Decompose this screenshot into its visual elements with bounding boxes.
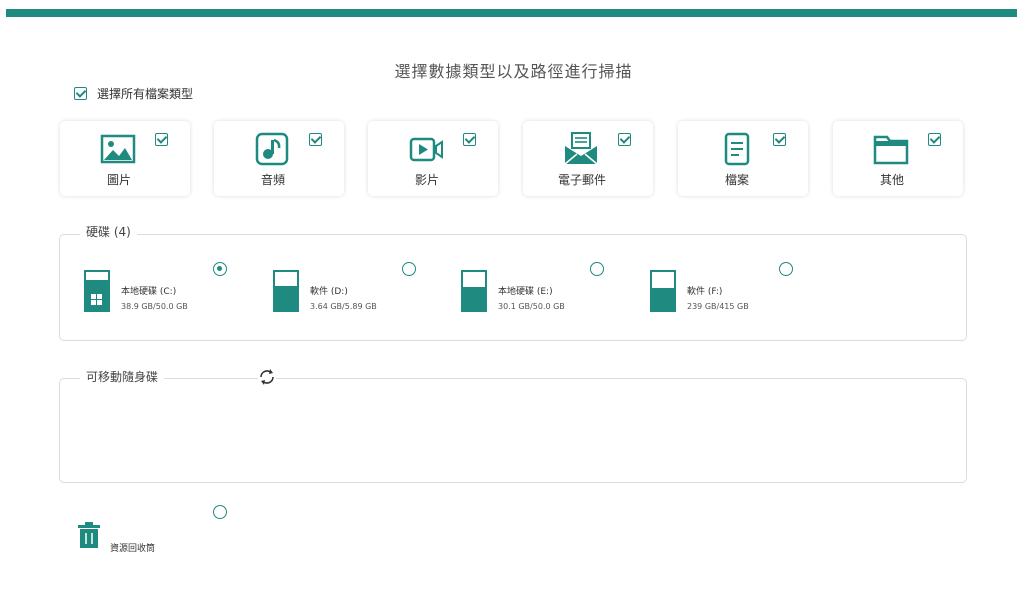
- drive-size: 239 GB/415 GB: [687, 302, 749, 311]
- select-all-checkbox[interactable]: [74, 87, 87, 100]
- drive-item-c[interactable]: 本地硬碟 (C:) 38.9 GB/50.0 GB: [84, 270, 264, 315]
- file-type-card-email[interactable]: 電子郵件: [523, 121, 653, 196]
- file-type-label: 電子郵件: [557, 173, 606, 187]
- file-type-checkbox-audio[interactable]: [309, 133, 322, 146]
- file-type-label: 音頻: [260, 173, 285, 187]
- file-type-card-video[interactable]: 影片: [368, 121, 498, 196]
- drive-usage-fill: [463, 287, 485, 310]
- drive-item-d[interactable]: 軟件 (D:) 3.64 GB/5.89 GB: [273, 270, 453, 315]
- file-type-label: 檔案: [724, 173, 749, 187]
- file-type-label: 圖片: [106, 173, 131, 187]
- select-all-label: 選擇所有檔案類型: [97, 87, 194, 101]
- windows-icon: [91, 294, 102, 305]
- drive-size: 30.1 GB/50.0 GB: [498, 302, 565, 311]
- select-all-types[interactable]: 選擇所有檔案類型: [74, 85, 193, 102]
- drive-size: 3.64 GB/5.89 GB: [310, 302, 377, 311]
- drive-name: 軟件 (F:): [687, 287, 723, 297]
- drive-radio-d[interactable]: [402, 262, 416, 276]
- drive-item-f[interactable]: 軟件 (F:) 239 GB/415 GB: [650, 270, 830, 315]
- recycle-bin-label[interactable]: 資源回收筒: [110, 541, 155, 554]
- removable-drives-panel: [59, 378, 967, 483]
- image-icon: [100, 134, 136, 164]
- drive-radio-e[interactable]: [590, 262, 604, 276]
- drive-radio-c[interactable]: [213, 262, 227, 276]
- file-type-card-audio[interactable]: 音頻: [214, 121, 344, 196]
- drive-item-e[interactable]: 本地硬碟 (E:) 30.1 GB/50.0 GB: [461, 270, 641, 315]
- drive-usage-fill: [275, 286, 297, 310]
- drive-usage-bar: [84, 270, 110, 312]
- folder-icon: [873, 135, 909, 165]
- file-type-card-document[interactable]: 檔案: [678, 121, 808, 196]
- drive-name: 本地硬碟 (C:): [121, 287, 177, 297]
- file-type-card-other[interactable]: 其他: [833, 121, 963, 196]
- file-type-checkbox-image[interactable]: [155, 133, 168, 146]
- drive-name: 本地硬碟 (E:): [498, 287, 553, 297]
- top-accent-bar: [6, 9, 1017, 17]
- drive-usage-bar: [461, 270, 487, 312]
- drive-name: 軟件 (D:): [310, 287, 348, 297]
- email-icon: [564, 132, 598, 165]
- document-icon: [724, 132, 750, 166]
- page-title: 選擇數據類型以及路徑進行掃描: [394, 62, 633, 81]
- drive-radio-f[interactable]: [779, 262, 793, 276]
- video-icon: [409, 137, 443, 162]
- drive-usage-fill: [652, 287, 674, 310]
- hard-drives-title: 硬碟 (4): [80, 223, 137, 240]
- file-type-checkbox-document[interactable]: [773, 133, 786, 146]
- refresh-icon[interactable]: [258, 368, 276, 386]
- trash-icon[interactable]: [78, 522, 100, 548]
- file-type-checkbox-video[interactable]: [463, 133, 476, 146]
- music-icon: [255, 132, 289, 166]
- file-type-checkbox-email[interactable]: [618, 133, 631, 146]
- drive-size: 38.9 GB/50.0 GB: [121, 302, 188, 311]
- drive-usage-bar: [273, 270, 299, 312]
- recycle-bin-radio[interactable]: [213, 505, 227, 519]
- file-type-label: 影片: [414, 173, 439, 187]
- drive-usage-bar: [650, 270, 676, 312]
- file-type-checkbox-other[interactable]: [928, 133, 941, 146]
- file-type-card-image[interactable]: 圖片: [60, 121, 190, 196]
- removable-drives-title: 可移動隨身碟: [80, 368, 165, 385]
- file-type-label: 其他: [879, 173, 904, 187]
